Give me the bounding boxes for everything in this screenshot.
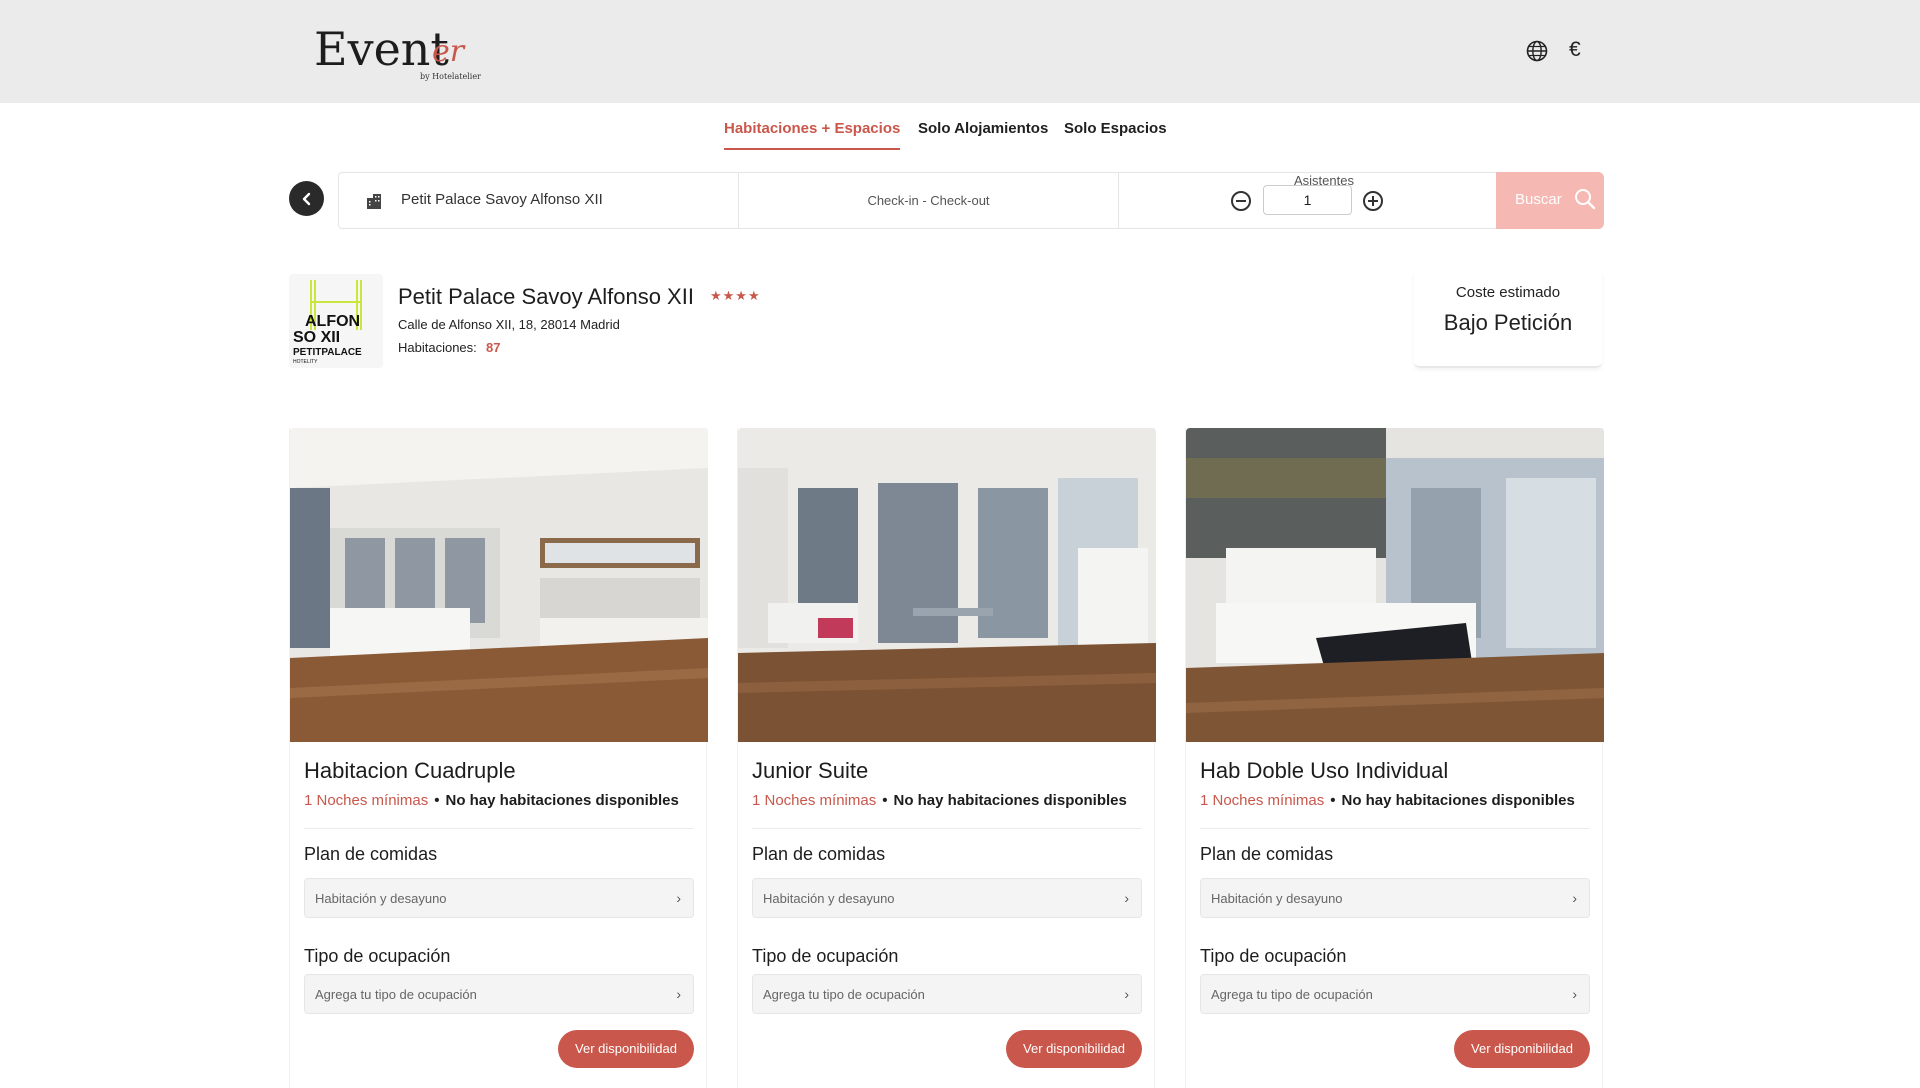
- search-bar: Petit Palace Savoy Alfonso XII Check-in …: [338, 172, 1604, 229]
- occupancy-type-label: Tipo de ocupación: [1200, 946, 1347, 966]
- meal-plan-select[interactable]: Habitación y desayuno ›: [304, 878, 694, 918]
- room-meta: 1 Noches mínimas • No hay habitaciones dis…: [1200, 792, 1575, 809]
- search-button-label: Buscar: [1515, 191, 1562, 208]
- meal-plan-value: Habitación y desayuno: [763, 891, 895, 906]
- occupancy-type-select[interactable]: Agrega tu tipo de ocupación ›: [304, 974, 694, 1014]
- chevron-right-icon: ›: [1124, 986, 1129, 1002]
- date-range-field[interactable]: Check-in - Check-out: [739, 173, 1119, 228]
- svg-text:SO XII: SO XII: [293, 329, 340, 346]
- svg-text:HOTELITY: HOTELITY: [293, 359, 318, 365]
- hotel-search-field[interactable]: Petit Palace Savoy Alfonso XII: [339, 173, 739, 228]
- min-nights: 1 Noches mínimas: [1200, 792, 1325, 809]
- divider: [304, 828, 694, 829]
- decrement-attendees-button[interactable]: [1231, 191, 1251, 211]
- tab-rooms-and-spaces[interactable]: Habitaciones + Espacios: [724, 118, 901, 150]
- svg-text:ALFON: ALFON: [305, 313, 360, 330]
- room-card: Hab Doble Uso Individual 1 Noches mínima…: [1185, 428, 1604, 1088]
- check-availability-button[interactable]: Ver disponibilidad: [558, 1030, 694, 1068]
- rooms-count-value: 87: [486, 340, 501, 355]
- currency-selector[interactable]: €: [1569, 38, 1581, 62]
- tab-only-accommodations[interactable]: Solo Alojamientos: [918, 118, 1048, 150]
- chevron-right-icon: ›: [676, 890, 681, 906]
- room-meta: 1 Noches mínimas • No hay habitaciones dis…: [752, 792, 1127, 809]
- check-availability-button[interactable]: Ver disponibilidad: [1454, 1030, 1590, 1068]
- globe-icon[interactable]: [1526, 40, 1548, 62]
- eventer-logo[interactable]: Event er by Hotelatelier: [314, 20, 484, 86]
- availability-status: No hay habitaciones disponibles: [445, 792, 679, 809]
- meal-plan-label: Plan de comidas: [1200, 844, 1334, 864]
- search-icon: [1575, 189, 1596, 210]
- chevron-right-icon: ›: [1572, 986, 1577, 1002]
- meal-plan-value: Habitación y desayuno: [1211, 891, 1343, 906]
- star-rating: ★★★★: [710, 288, 761, 303]
- room-photo[interactable]: [738, 428, 1156, 742]
- logo-wordmark: Event: [314, 22, 449, 76]
- tab-only-spaces[interactable]: Solo Espacios: [1064, 118, 1167, 150]
- availability-status: No hay habitaciones disponibles: [1341, 792, 1575, 809]
- chevron-right-icon: ›: [1124, 890, 1129, 906]
- back-button[interactable]: [289, 181, 324, 216]
- top-header: Event er by Hotelatelier €: [0, 0, 1920, 103]
- occupancy-placeholder: Agrega tu tipo de ocupación: [763, 987, 925, 1002]
- search-mode-tabs: Habitaciones + Espacios Solo Alojamiento…: [0, 118, 1920, 150]
- room-card: Junior Suite 1 Noches mínimas • No hay hab…: [737, 428, 1156, 1088]
- check-availability-button[interactable]: Ver disponibilidad: [1006, 1030, 1142, 1068]
- logo-byline: by Hotelatelier: [420, 72, 481, 81]
- room-title: Habitacion Cuadruple: [304, 758, 516, 783]
- occupancy-type-select[interactable]: Agrega tu tipo de ocupación ›: [1200, 974, 1590, 1014]
- occupancy-type-label: Tipo de ocupación: [304, 946, 451, 966]
- svg-text:PETITPALACE: PETITPALACE: [293, 347, 362, 358]
- room-card: Habitacion Cuadruple 1 Noches mínimas • No…: [289, 428, 708, 1088]
- estimated-cost-label: Coste estimado: [1455, 284, 1561, 301]
- chevron-right-icon: ›: [1572, 890, 1577, 906]
- search-button[interactable]: Buscar: [1496, 172, 1604, 229]
- building-icon: [367, 194, 381, 209]
- min-nights: 1 Noches mínimas: [304, 792, 429, 809]
- availability-status: No hay habitaciones disponibles: [893, 792, 1127, 809]
- estimated-cost-box: Coste estimado Bajo Petición: [1414, 272, 1602, 368]
- estimated-cost-value: Bajo Petición: [1443, 310, 1573, 335]
- rooms-count-label: Habitaciones:: [398, 340, 477, 355]
- hotel-address: Calle de Alfonso XII, 18, 28014 Madrid: [398, 317, 620, 332]
- meal-plan-select[interactable]: Habitación y desayuno ›: [1200, 878, 1590, 918]
- occupancy-type-label: Tipo de ocupación: [752, 946, 899, 966]
- hotel-name: Petit Palace Savoy Alfonso XII: [398, 284, 694, 309]
- divider: [1200, 828, 1590, 829]
- logo-script: er: [432, 34, 465, 69]
- hotel-logo: ALFON SO XII PETITPALACE HOTELITY: [289, 274, 383, 368]
- attendees-input[interactable]: 1: [1263, 185, 1352, 215]
- meal-plan-value: Habitación y desayuno: [315, 891, 447, 906]
- divider: [752, 828, 1142, 829]
- occupancy-type-select[interactable]: Agrega tu tipo de ocupación ›: [752, 974, 1142, 1014]
- room-photo[interactable]: [290, 428, 708, 742]
- occupancy-placeholder: Agrega tu tipo de ocupación: [315, 987, 477, 1002]
- increment-attendees-button[interactable]: [1363, 191, 1383, 211]
- meal-plan-label: Plan de comidas: [752, 844, 886, 864]
- chevron-left-icon: [302, 192, 310, 205]
- meal-plan-select[interactable]: Habitación y desayuno ›: [752, 878, 1142, 918]
- min-nights: 1 Noches mínimas: [752, 792, 877, 809]
- occupancy-placeholder: Agrega tu tipo de ocupación: [1211, 987, 1373, 1002]
- room-title: Hab Doble Uso Individual: [1200, 758, 1449, 783]
- chevron-right-icon: ›: [676, 986, 681, 1002]
- room-photo[interactable]: [1186, 428, 1604, 742]
- meal-plan-label: Plan de comidas: [304, 844, 438, 864]
- room-meta: 1 Noches mínimas • No hay habitaciones dis…: [304, 792, 679, 809]
- room-title: Junior Suite: [752, 758, 869, 783]
- hotel-search-value: Petit Palace Savoy Alfonso XII: [401, 191, 603, 208]
